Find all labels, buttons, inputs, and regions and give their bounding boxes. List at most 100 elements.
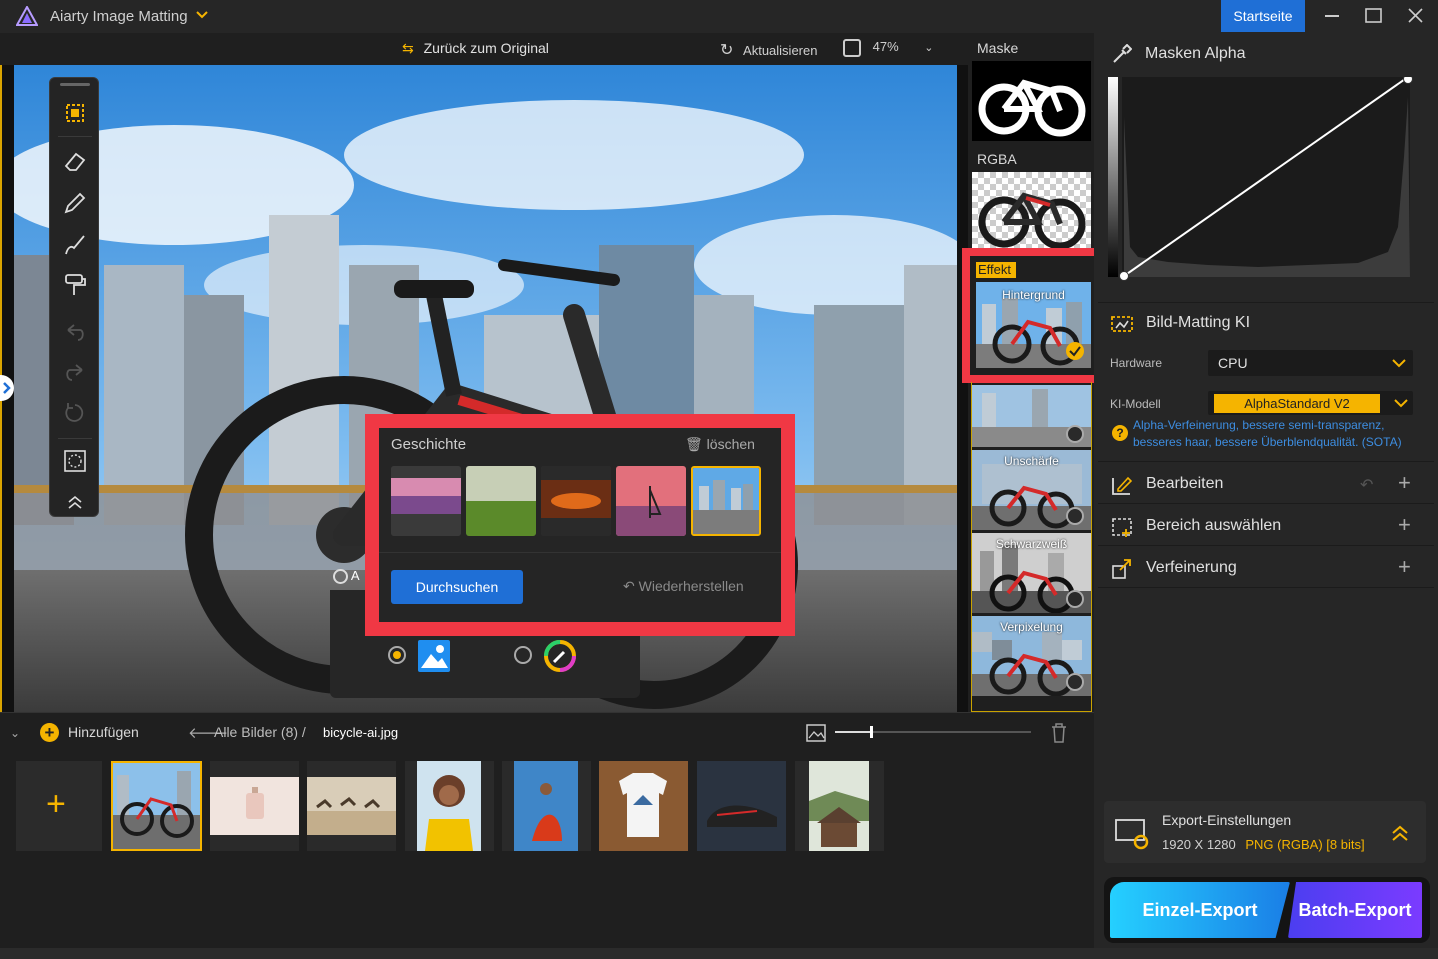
gallery-thumb-cabin[interactable] bbox=[795, 761, 884, 851]
close-icon[interactable] bbox=[1406, 6, 1426, 26]
refinement-expand-plus-icon[interactable]: + bbox=[1398, 554, 1411, 580]
zoom-icon bbox=[843, 39, 861, 57]
matting-title: Bild-Matting KI bbox=[1146, 314, 1251, 331]
refinement-section-title[interactable]: Verfeinerung bbox=[1146, 559, 1237, 577]
current-file-name: bicycle-ai.jpg bbox=[323, 725, 399, 740]
alpha-curve-editor[interactable] bbox=[1108, 77, 1413, 282]
history-title: Geschichte bbox=[391, 436, 467, 453]
refresh-button[interactable]: ↻ Aktualisieren bbox=[720, 40, 817, 60]
maximize-icon[interactable] bbox=[1364, 6, 1384, 26]
refresh-icon: ↻ bbox=[720, 42, 734, 59]
effect-name-background: Hintergrund bbox=[1002, 288, 1065, 302]
history-thumb-city[interactable] bbox=[691, 466, 761, 536]
gallery-thumb-dancer[interactable] bbox=[502, 761, 591, 851]
overlay-radio-icon bbox=[333, 569, 348, 585]
eyedropper-icon bbox=[1110, 44, 1132, 66]
gallery-thumb-perfume[interactable] bbox=[210, 761, 299, 851]
edit-expand-plus-icon[interactable]: + bbox=[1398, 470, 1411, 496]
export-resolution: 1920 X 1280 bbox=[1162, 837, 1236, 852]
delete-trash-icon[interactable] bbox=[1050, 723, 1068, 743]
refresh-label: Aktualisieren bbox=[743, 43, 818, 58]
edit-icon bbox=[1110, 474, 1134, 496]
rgba-preview[interactable] bbox=[972, 172, 1091, 252]
alpha-title: Masken Alpha bbox=[1145, 45, 1246, 62]
single-export-button[interactable]: Einzel-Export bbox=[1110, 882, 1290, 938]
gallery-add-button[interactable]: + bbox=[16, 761, 102, 851]
export-settings-box[interactable] bbox=[1104, 801, 1426, 863]
panel-toggle-arrow[interactable] bbox=[0, 375, 14, 401]
swap-icon: ⇆ bbox=[402, 40, 414, 56]
redo-icon[interactable] bbox=[62, 360, 88, 386]
history-thumb-lavender[interactable] bbox=[391, 466, 461, 536]
thumbnail-size-slider[interactable] bbox=[835, 726, 1031, 738]
reset-icon[interactable] bbox=[62, 400, 88, 426]
edit-undo-icon[interactable]: ↶ bbox=[1360, 475, 1373, 495]
tool-palette bbox=[49, 77, 99, 517]
export-settings-info: 1920 X 1280 PNG (RGBA) [8 bits] bbox=[1162, 837, 1365, 852]
export-expand-up-icon[interactable] bbox=[1390, 824, 1410, 842]
export-settings-title: Export-Einstellungen bbox=[1162, 812, 1292, 828]
model-description: Alpha-Verfeinerung, bessere semi-transpa… bbox=[1133, 418, 1402, 449]
app-menu-chevron-icon[interactable] bbox=[196, 11, 208, 19]
effect-radio-2[interactable] bbox=[1066, 425, 1084, 443]
image-background-icon[interactable] bbox=[418, 640, 450, 672]
select-area-section-title[interactable]: Bereich auswählen bbox=[1146, 517, 1281, 535]
gallery-thumb-sneaker[interactable] bbox=[697, 761, 786, 851]
move-select-tool-icon[interactable] bbox=[62, 100, 88, 126]
undo-icon[interactable] bbox=[62, 320, 88, 346]
pen-icon[interactable] bbox=[62, 190, 88, 216]
back-to-original-label: Zurück zum Original bbox=[423, 40, 549, 56]
image-bg-radio[interactable] bbox=[388, 646, 406, 664]
brush-icon[interactable] bbox=[62, 232, 88, 258]
trash-icon: 🗑 bbox=[685, 436, 703, 452]
color-bg-radio[interactable] bbox=[514, 646, 532, 664]
browse-button[interactable]: Durchsuchen bbox=[391, 570, 523, 604]
history-delete-label: löschen bbox=[706, 436, 755, 452]
effect-name-bw: Schwarzweiß bbox=[995, 537, 1068, 551]
gallery-thumb-bicycle[interactable] bbox=[111, 761, 202, 851]
effect-radio-blur[interactable] bbox=[1066, 507, 1084, 525]
add-label[interactable]: Hinzufügen bbox=[68, 724, 139, 740]
palette-grip[interactable] bbox=[60, 83, 90, 86]
history-thumb-field[interactable] bbox=[466, 466, 536, 536]
collapse-down-icon[interactable]: ⌄ bbox=[10, 726, 20, 740]
all-images-breadcrumb[interactable]: Alle Bilder (8) / bbox=[214, 724, 306, 740]
effect-radio-bw[interactable] bbox=[1066, 590, 1084, 608]
canvas-overlay-option[interactable]: A bbox=[333, 568, 360, 585]
hardware-select[interactable]: CPU bbox=[1208, 350, 1413, 376]
zoom-value: 47% bbox=[872, 39, 899, 55]
app-title: Aiarty Image Matting bbox=[50, 8, 188, 25]
effect-radio-pixelate[interactable] bbox=[1066, 673, 1084, 691]
model-value: AlphaStandard V2 bbox=[1214, 394, 1380, 413]
restore-icon: ↶ bbox=[623, 578, 635, 594]
help-icon[interactable]: ? bbox=[1112, 425, 1128, 441]
history-thumb-sailboat[interactable] bbox=[616, 466, 686, 536]
gallery-thumb-tshirt[interactable] bbox=[599, 761, 688, 851]
history-popup: Geschichte 🗑 löschen Durchsuchen ↶ Wiede… bbox=[365, 414, 795, 636]
roller-icon[interactable] bbox=[62, 272, 88, 298]
back-to-original-button[interactable]: ⇆ Zurück zum Original bbox=[402, 40, 549, 57]
select-area-expand-plus-icon[interactable]: + bbox=[1398, 512, 1411, 538]
matting-ai-icon bbox=[1110, 313, 1134, 335]
zoom-control[interactable]: 47% ⌄ bbox=[843, 39, 934, 57]
select-area-icon bbox=[1110, 516, 1134, 538]
hardware-chevron-down-icon[interactable] bbox=[1392, 358, 1406, 368]
model-chevron-down-icon[interactable] bbox=[1394, 398, 1408, 408]
export-format: PNG (RGBA) [8 bits] bbox=[1245, 837, 1365, 852]
selection-area-icon[interactable] bbox=[62, 448, 88, 474]
eraser-icon[interactable] bbox=[62, 148, 88, 174]
add-plus-icon[interactable]: + bbox=[40, 723, 59, 742]
gallery-thumb-camels[interactable] bbox=[307, 761, 396, 851]
batch-export-button[interactable]: Batch-Export bbox=[1288, 882, 1422, 938]
restore-button[interactable]: ↶ Wiederherstellen bbox=[623, 578, 744, 595]
mask-preview[interactable] bbox=[972, 61, 1091, 141]
history-thumb-sunset-clouds[interactable] bbox=[541, 466, 611, 536]
minimize-icon[interactable] bbox=[1322, 6, 1342, 26]
color-picker-icon[interactable] bbox=[544, 640, 576, 672]
edit-section-title[interactable]: Bearbeiten bbox=[1146, 475, 1223, 493]
zoom-chevron-down-icon[interactable]: ⌄ bbox=[924, 42, 933, 54]
history-delete-button[interactable]: 🗑 löschen bbox=[685, 436, 755, 453]
collapse-up-icon[interactable] bbox=[62, 492, 88, 518]
home-button[interactable]: Startseite bbox=[1221, 0, 1305, 32]
gallery-thumb-woman-yellow[interactable] bbox=[405, 761, 494, 851]
